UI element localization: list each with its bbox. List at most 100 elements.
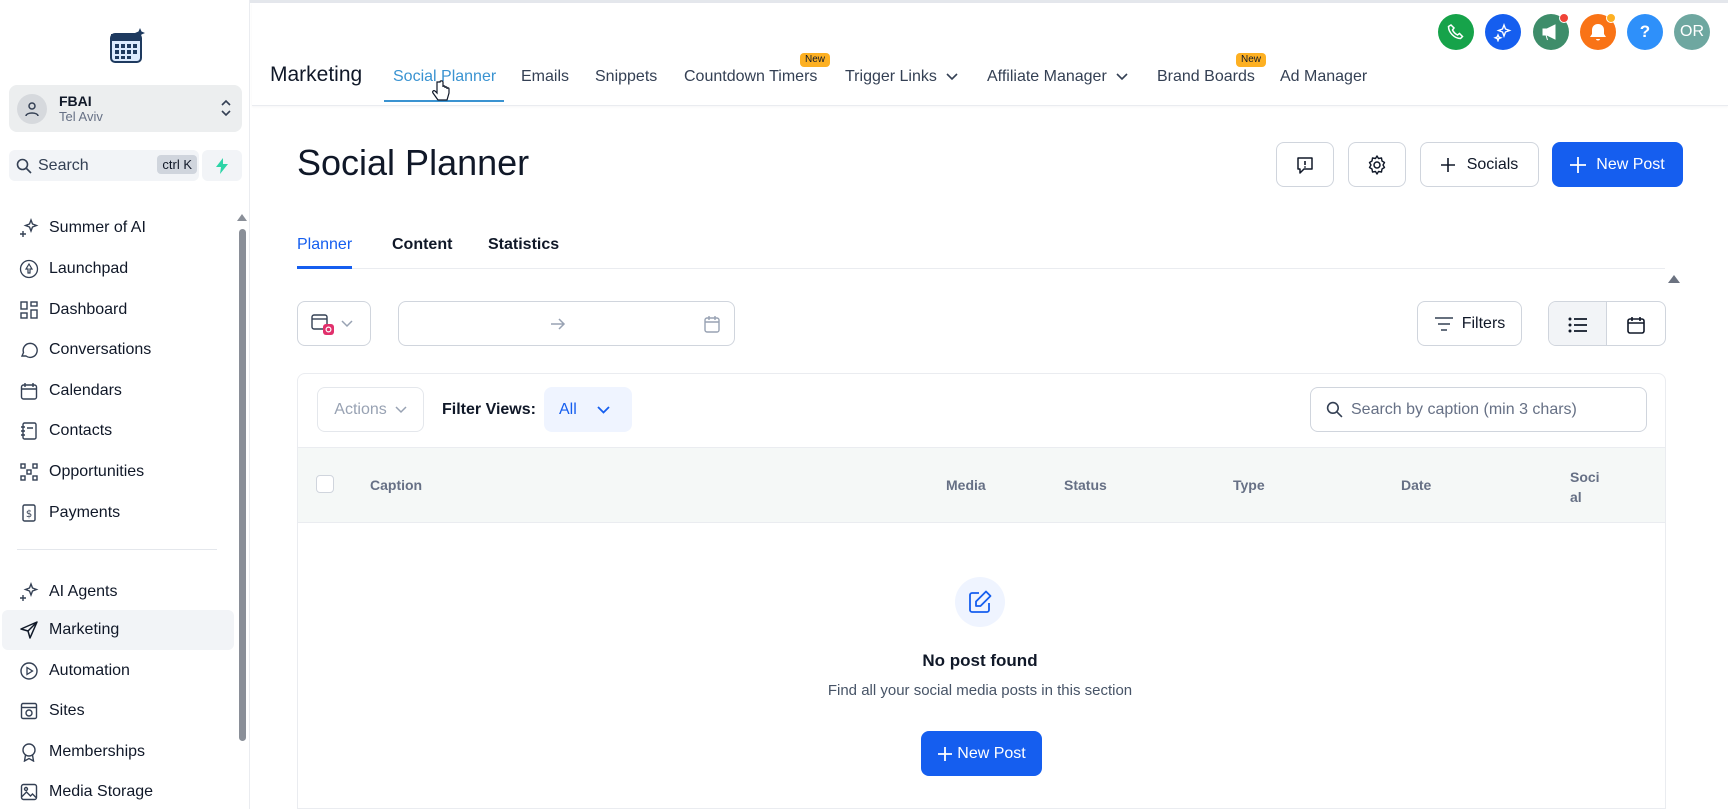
lightning-icon — [216, 157, 228, 174]
filters-button[interactable]: Filters — [1417, 301, 1522, 346]
tab-affiliate-manager[interactable]: Affiliate Manager — [987, 68, 1128, 86]
sidebar-item-label: AI Agents — [49, 583, 118, 600]
calendar-icon — [1627, 316, 1645, 334]
sidebar-item-memberships[interactable]: Memberships — [0, 732, 235, 772]
filter-views-value: All — [559, 400, 577, 418]
actions-label: Actions — [334, 400, 387, 418]
column-media[interactable]: Media — [946, 477, 986, 493]
sidebar-item-launchpad[interactable]: Launchpad — [0, 249, 235, 289]
sidebar-item-sites[interactable]: Sites — [0, 691, 235, 731]
sidebar-item-label: Payments — [49, 504, 121, 521]
column-social-line1: Soci — [1570, 469, 1600, 485]
actions-dropdown[interactable]: Actions — [317, 387, 424, 432]
settings-button[interactable] — [1348, 142, 1406, 187]
sidebar-item-label: Marketing — [49, 621, 120, 638]
sidebar-item-label: Calendars — [49, 382, 122, 399]
sidebar-item-conversations[interactable]: Conversations — [0, 330, 235, 370]
badge-icon — [19, 742, 39, 762]
send-icon — [19, 620, 39, 640]
list-view-button[interactable] — [1549, 302, 1608, 345]
select-all-checkbox[interactable] — [316, 475, 334, 493]
filter-views-select[interactable]: All — [544, 387, 632, 432]
chat-icon — [19, 340, 39, 360]
sidebar-search[interactable]: Search ctrl K — [9, 150, 199, 181]
sidebar-item-marketing[interactable]: Marketing — [2, 610, 234, 650]
notification-dot — [1606, 13, 1616, 23]
tab-emails[interactable]: Emails — [521, 68, 569, 86]
sidebar-item-opportunities[interactable]: Opportunities — [0, 452, 235, 492]
plus-icon — [1440, 157, 1455, 172]
empty-state-subtitle: Find all your social media posts in this… — [827, 682, 1133, 699]
help-button[interactable]: ? — [1627, 14, 1663, 50]
notification-dot — [1559, 13, 1569, 23]
sidebar-scrollbar[interactable] — [239, 229, 246, 741]
sidebar-item-automation[interactable]: Automation — [0, 651, 235, 691]
collapse-caret-icon[interactable] — [1668, 275, 1680, 283]
chevron-down-icon — [1116, 73, 1128, 81]
account-location: Tel Aviv — [59, 108, 103, 124]
sidebar-item-media-storage[interactable]: Media Storage — [0, 772, 235, 809]
sidebar-item-contacts[interactable]: Contacts — [0, 411, 235, 451]
bell-icon — [1590, 24, 1606, 41]
tab-ad-manager[interactable]: Ad Manager — [1280, 68, 1367, 86]
sidebar-item-dashboard[interactable]: Dashboard — [0, 290, 235, 330]
user-avatar[interactable]: OR — [1674, 14, 1710, 50]
scroll-up-arrow-icon[interactable] — [237, 214, 247, 221]
sidebar-item-label: Memberships — [49, 743, 146, 760]
sidebar-item-label: Contacts — [49, 422, 113, 439]
calendar-icon — [19, 381, 39, 401]
tab-countdown-timers[interactable]: Countdown Timers — [684, 68, 817, 86]
new-post-button[interactable]: New Post — [1552, 142, 1683, 187]
user-icon — [17, 93, 47, 124]
new-badge: New — [800, 53, 831, 67]
tab-statistics[interactable]: Statistics — [488, 236, 559, 254]
search-label: Search — [38, 156, 89, 174]
caption-search-input[interactable]: Search by caption (min 3 chars) — [1310, 387, 1647, 432]
column-date[interactable]: Date — [1401, 477, 1431, 493]
sparkles-icon — [1493, 23, 1512, 42]
quick-action-button[interactable] — [202, 150, 242, 181]
column-social[interactable]: Soci al — [1570, 467, 1600, 507]
sidebar-item-label: Automation — [49, 662, 130, 679]
sidebar-item-calendars[interactable]: Calendars — [0, 371, 235, 411]
sidebar-item-payments[interactable]: $ Payments — [0, 493, 235, 533]
date-range-picker[interactable] — [398, 301, 735, 346]
gear-icon — [1368, 154, 1386, 175]
contact-book-icon — [19, 421, 39, 441]
sidebar: FBAI Tel Aviv Search ctrl K Summer of AI… — [0, 0, 250, 809]
sidebar-item-label: Media Storage — [49, 783, 154, 800]
help-icon: ? — [1639, 22, 1651, 41]
sidebar-item-label: Launchpad — [49, 260, 129, 277]
empty-new-post-button[interactable]: New Post — [921, 731, 1042, 776]
account-switcher[interactable]: FBAI Tel Aviv — [9, 85, 242, 132]
calendar-instagram-icon — [311, 313, 334, 335]
tab-planner[interactable]: Planner — [297, 236, 352, 254]
column-type[interactable]: Type — [1233, 477, 1265, 493]
tab-content[interactable]: Content — [392, 236, 452, 254]
sidebar-item-label: Summer of AI — [49, 219, 146, 236]
phone-button[interactable] — [1438, 14, 1474, 50]
phone-icon — [1447, 24, 1464, 40]
tab-trigger-links[interactable]: Trigger Links — [845, 68, 958, 86]
sidebar-item-label: Opportunities — [49, 463, 145, 480]
sidebar-item-ai-agents[interactable]: AI Agents — [0, 572, 235, 612]
sidebar-item-summer-of-ai[interactable]: Summer of AI — [0, 208, 235, 248]
svg-text:$: $ — [26, 509, 32, 520]
tab-brand-boards[interactable]: Brand Boards — [1157, 68, 1255, 86]
ai-assistant-button[interactable] — [1485, 14, 1521, 50]
module-title: Marketing — [270, 63, 363, 86]
column-social-line2: al — [1570, 489, 1582, 505]
column-caption[interactable]: Caption — [370, 477, 422, 493]
search-icon — [1326, 401, 1343, 418]
tab-label: Affiliate Manager — [987, 68, 1107, 85]
filter-views-label: Filter Views: — [442, 401, 536, 418]
search-icon — [16, 158, 32, 174]
calendar-view-button[interactable] — [1607, 302, 1665, 345]
social-account-select[interactable] — [297, 301, 371, 346]
tab-snippets[interactable]: Snippets — [595, 68, 657, 86]
sidebar-item-label: Sites — [49, 702, 85, 719]
column-status[interactable]: Status — [1064, 477, 1107, 493]
feedback-button[interactable] — [1276, 142, 1334, 187]
add-socials-button[interactable]: Socials — [1420, 142, 1539, 187]
grid-icon — [19, 300, 39, 320]
